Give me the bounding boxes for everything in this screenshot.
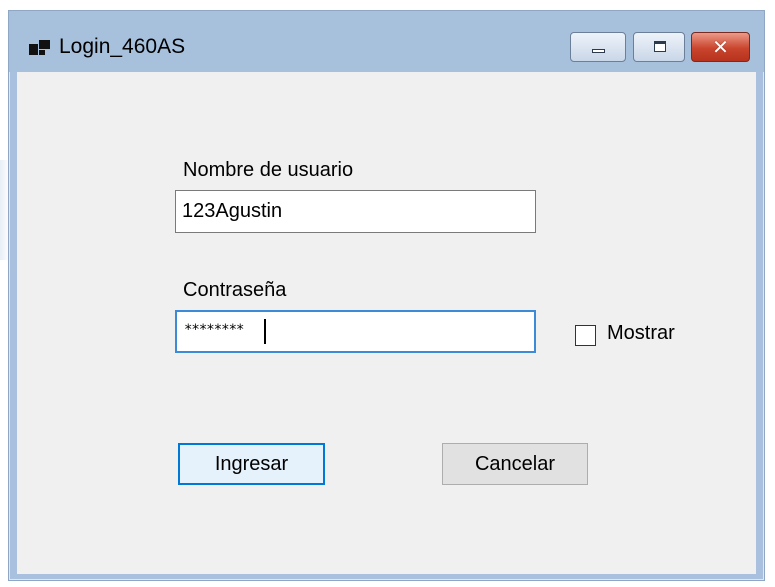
window-title: Login_460AS xyxy=(59,35,186,58)
text-caret xyxy=(264,319,266,344)
show-password-label[interactable]: Mostrar xyxy=(607,322,675,345)
password-label: Contraseña xyxy=(183,279,287,301)
maximize-button[interactable] xyxy=(633,32,685,62)
close-icon: ✕ xyxy=(712,35,729,59)
password-input[interactable]: ******** xyxy=(175,310,536,353)
password-masked-value: ******** xyxy=(184,322,244,338)
title-bar[interactable]: Login_460AS ✕ xyxy=(9,11,764,72)
maximize-icon xyxy=(654,41,666,52)
show-password-checkbox[interactable] xyxy=(575,325,596,346)
login-window: Login_460AS ✕ Nombre de usuario Contrase… xyxy=(8,10,765,581)
close-button[interactable]: ✕ xyxy=(691,32,750,62)
minimize-icon xyxy=(592,49,605,53)
username-input[interactable] xyxy=(175,190,536,233)
login-button[interactable]: Ingresar xyxy=(178,443,325,485)
minimize-button[interactable] xyxy=(570,32,626,62)
form-client-area: Nombre de usuario Contraseña ******** Mo… xyxy=(17,72,756,574)
app-window-icon xyxy=(29,38,51,56)
username-label: Nombre de usuario xyxy=(183,159,354,181)
cancel-button[interactable]: Cancelar xyxy=(442,443,588,485)
